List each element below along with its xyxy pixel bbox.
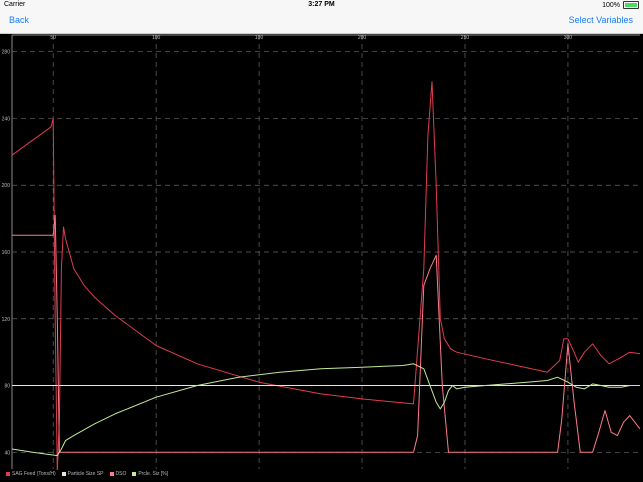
x-tick-label: 50 [50, 35, 56, 41]
legend-item: SAG Feed (Tons/H) [6, 471, 56, 477]
x-tick-label: 200 [358, 35, 367, 41]
y-tick-label: 200 [2, 183, 11, 189]
legend-swatch [61, 472, 66, 476]
back-button[interactable]: Back [9, 15, 29, 25]
y-tick-label: 120 [2, 317, 11, 323]
legend-swatch [6, 472, 10, 476]
chart-legend: SAG Feed (Tons/H) Particle Size SP DSO Prcl… [6, 471, 168, 477]
y-tick-label: 240 [2, 116, 11, 122]
legend-swatch [109, 472, 114, 476]
x-tick-label: 250 [461, 35, 470, 41]
status-bar: Carrier 3:27 PM 100% [0, 0, 643, 11]
y-tick-label: 80 [4, 384, 10, 390]
x-tick-label: 100 [255, 35, 264, 41]
legend-label: DSO [115, 471, 127, 477]
battery-percent: 100% [602, 1, 620, 9]
select-variables-button[interactable]: Select Variables [569, 15, 633, 25]
trend-chart[interactable]: 50 100 100 200 250 300 40 80 120 160 200 240 280 [0, 33, 643, 470]
y-tick-label: 40 [4, 450, 10, 456]
legend-item: Particle Size SP [61, 471, 104, 477]
legend-item: DSO [109, 471, 127, 477]
x-tick-label: 300 [564, 35, 573, 41]
series-line-4 [11, 363, 640, 457]
battery-indicator: 100% [602, 1, 639, 9]
y-tick-label: 280 [2, 50, 11, 56]
legend-label: SAG Feed (Tons/H) [12, 471, 56, 477]
legend-item: Prcle. Siz [%] [132, 471, 168, 477]
series-line-1 [11, 81, 641, 470]
y-tick-label: 160 [2, 250, 11, 256]
status-time: 3:27 PM [308, 1, 335, 8]
x-tick-label: 100 [152, 35, 161, 41]
series-line-3 [12, 214, 641, 453]
legend-label: Prcle. Siz [%] [138, 471, 169, 477]
legend-swatch [132, 472, 137, 476]
navigation-bar: Back Select Variables [0, 11, 643, 34]
battery-icon [623, 1, 639, 9]
legend-label: Particle Size SP [67, 471, 104, 477]
